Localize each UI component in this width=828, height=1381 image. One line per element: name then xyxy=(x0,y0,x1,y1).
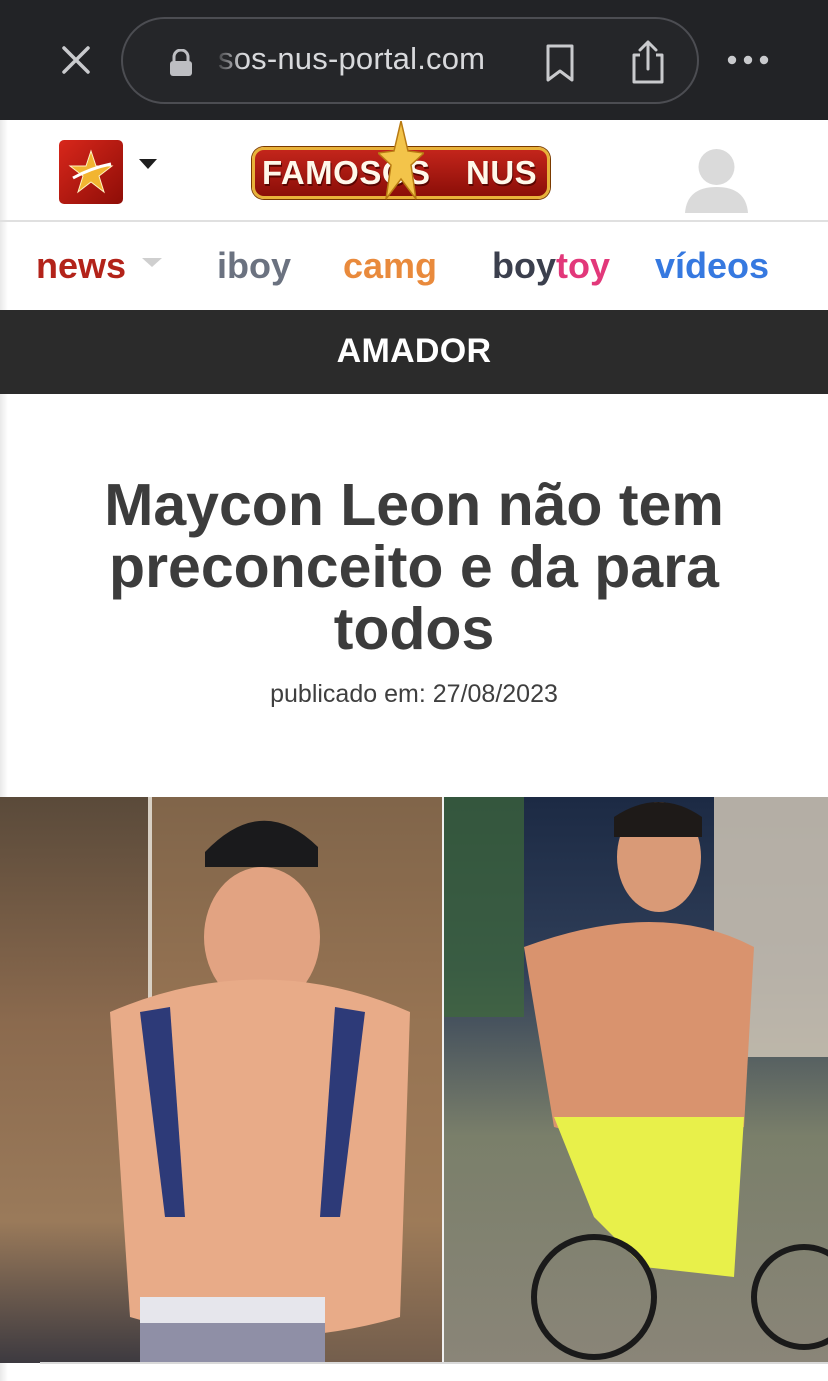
lock-icon xyxy=(168,48,194,77)
image-right-panel xyxy=(444,797,828,1363)
url-text[interactable]: sos-nus-portal.com xyxy=(218,41,485,77)
article-image[interactable] xyxy=(0,797,828,1363)
nav-item-boytoy[interactable]: boytoy xyxy=(492,245,610,287)
share-icon[interactable] xyxy=(628,39,668,85)
nav-item-news[interactable]: news xyxy=(36,245,126,287)
image-left-panel xyxy=(0,797,442,1363)
more-horizontal-icon[interactable] xyxy=(726,50,770,70)
nav-label-part1: boy xyxy=(492,245,557,286)
brand-word-right: NUS xyxy=(466,154,538,191)
nav-item-iboy[interactable]: iboy xyxy=(217,245,291,287)
browser-toolbar: sos-nus-portal.com xyxy=(0,0,828,120)
category-bar[interactable]: AMADOR xyxy=(0,310,828,394)
article-title: Maycon Leon não tem preconceito e da par… xyxy=(104,472,724,662)
star-logo-icon[interactable] xyxy=(59,140,123,204)
date-label: publicado em: xyxy=(270,680,426,708)
publish-date: publicado em: 27/08/2023 xyxy=(0,680,828,709)
url-fade xyxy=(213,35,243,87)
site-brand-logo[interactable]: FAMOSOS NUS xyxy=(250,120,552,206)
address-bar[interactable]: sos-nus-portal.com xyxy=(121,17,699,104)
site-nav: news iboy camg boytoy vídeos xyxy=(0,222,828,310)
chevron-down-icon[interactable] xyxy=(142,258,162,267)
chevron-down-icon[interactable] xyxy=(139,159,157,169)
category-label[interactable]: AMADOR xyxy=(0,332,828,371)
nav-label-part2: toy xyxy=(556,245,611,286)
brand-star-icon xyxy=(376,120,426,206)
bottom-divider xyxy=(40,1362,828,1364)
nav-item-camg[interactable]: camg xyxy=(343,245,437,287)
bookmark-icon[interactable] xyxy=(543,43,577,83)
date-value: 27/08/2023 xyxy=(432,680,558,708)
nav-item-videos[interactable]: vídeos xyxy=(655,245,769,287)
user-avatar-icon[interactable] xyxy=(683,145,750,213)
close-icon[interactable] xyxy=(56,40,96,80)
